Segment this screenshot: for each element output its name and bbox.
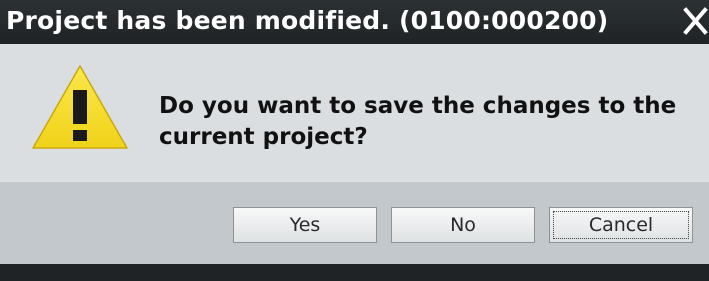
cancel-button-label: Cancel bbox=[588, 214, 654, 236]
save-changes-dialog: Project has been modified. (0100:000200)… bbox=[0, 0, 709, 281]
close-icon bbox=[683, 7, 708, 35]
dialog-bottom-border bbox=[0, 264, 709, 281]
close-button[interactable] bbox=[673, 0, 709, 44]
dialog-title: Project has been modified. (0100:000200) bbox=[6, 6, 609, 35]
yes-button[interactable]: Yes bbox=[233, 207, 377, 243]
dialog-button-bar: Yes No Cancel bbox=[0, 182, 709, 264]
dialog-body: Do you want to save the changes to the c… bbox=[0, 44, 709, 182]
dialog-titlebar[interactable]: Project has been modified. (0100:000200) bbox=[0, 0, 709, 44]
dialog-message: Do you want to save the changes to the c… bbox=[159, 93, 677, 150]
cancel-button[interactable]: Cancel bbox=[549, 207, 693, 243]
no-button[interactable]: No bbox=[391, 207, 535, 243]
warning-icon bbox=[32, 65, 128, 149]
